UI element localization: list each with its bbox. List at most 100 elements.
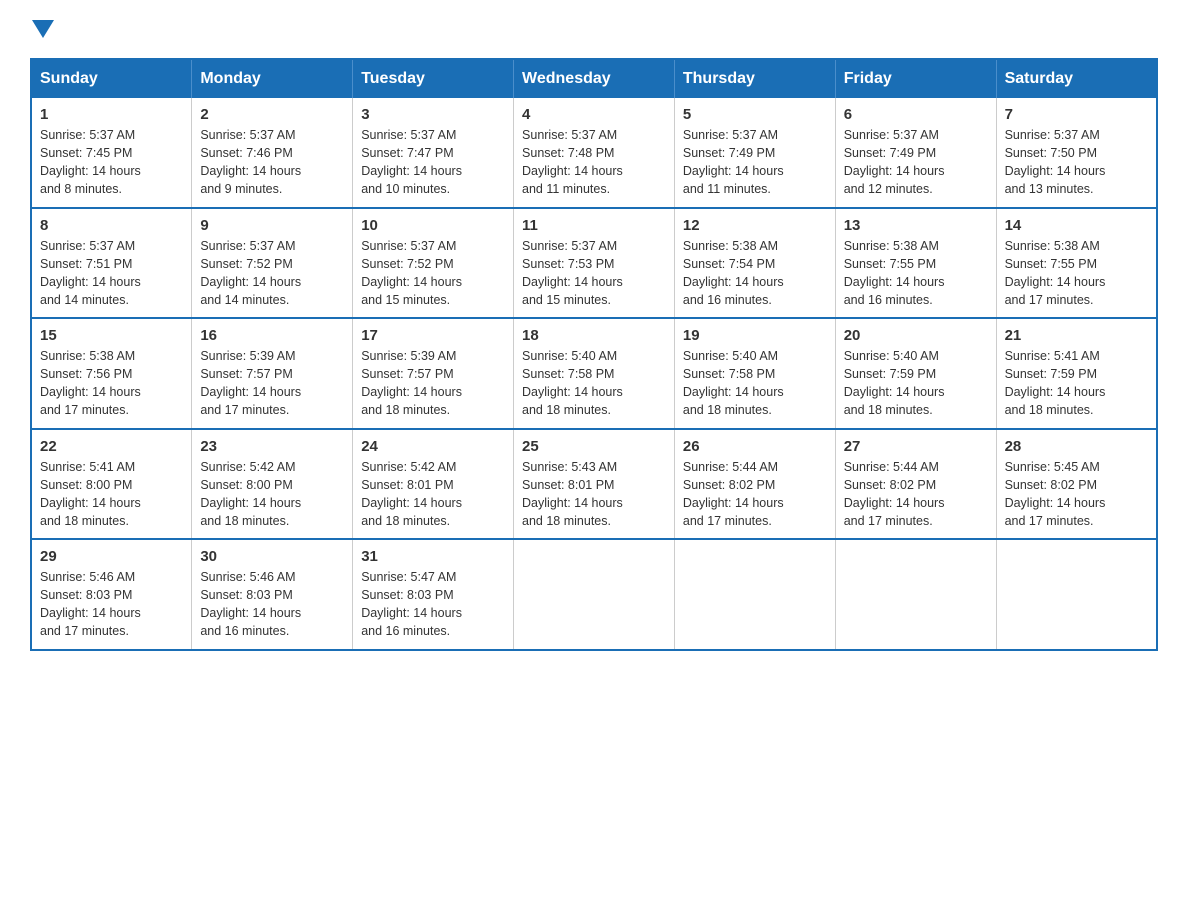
column-header-wednesday: Wednesday [514,59,675,98]
day-number: 27 [844,438,988,455]
day-number: 4 [522,106,666,123]
calendar-cell: 15 Sunrise: 5:38 AMSunset: 7:56 PMDaylig… [31,318,192,429]
calendar-cell: 27 Sunrise: 5:44 AMSunset: 8:02 PMDaylig… [835,429,996,540]
column-header-thursday: Thursday [674,59,835,98]
day-number: 3 [361,106,505,123]
day-number: 25 [522,438,666,455]
day-info: Sunrise: 5:40 AMSunset: 7:58 PMDaylight:… [522,349,623,417]
day-info: Sunrise: 5:43 AMSunset: 8:01 PMDaylight:… [522,460,623,528]
day-info: Sunrise: 5:38 AMSunset: 7:55 PMDaylight:… [1005,239,1106,307]
day-number: 26 [683,438,827,455]
day-number: 5 [683,106,827,123]
calendar-cell: 8 Sunrise: 5:37 AMSunset: 7:51 PMDayligh… [31,208,192,319]
day-number: 30 [200,548,344,565]
day-number: 1 [40,106,183,123]
day-number: 11 [522,217,666,234]
calendar-cell [514,539,675,650]
day-number: 29 [40,548,183,565]
calendar-cell: 23 Sunrise: 5:42 AMSunset: 8:00 PMDaylig… [192,429,353,540]
logo-triangle-icon [32,20,54,38]
day-number: 31 [361,548,505,565]
day-info: Sunrise: 5:37 AMSunset: 7:53 PMDaylight:… [522,239,623,307]
calendar-cell: 29 Sunrise: 5:46 AMSunset: 8:03 PMDaylig… [31,539,192,650]
day-info: Sunrise: 5:40 AMSunset: 7:59 PMDaylight:… [844,349,945,417]
day-number: 16 [200,327,344,344]
calendar-cell: 19 Sunrise: 5:40 AMSunset: 7:58 PMDaylig… [674,318,835,429]
calendar-cell: 31 Sunrise: 5:47 AMSunset: 8:03 PMDaylig… [353,539,514,650]
calendar-cell: 20 Sunrise: 5:40 AMSunset: 7:59 PMDaylig… [835,318,996,429]
day-number: 13 [844,217,988,234]
day-info: Sunrise: 5:38 AMSunset: 7:54 PMDaylight:… [683,239,784,307]
day-number: 9 [200,217,344,234]
calendar-cell: 4 Sunrise: 5:37 AMSunset: 7:48 PMDayligh… [514,98,675,208]
calendar-cell: 17 Sunrise: 5:39 AMSunset: 7:57 PMDaylig… [353,318,514,429]
day-info: Sunrise: 5:37 AMSunset: 7:47 PMDaylight:… [361,128,462,196]
day-info: Sunrise: 5:42 AMSunset: 8:01 PMDaylight:… [361,460,462,528]
calendar-cell [835,539,996,650]
day-number: 12 [683,217,827,234]
day-number: 2 [200,106,344,123]
day-info: Sunrise: 5:41 AMSunset: 8:00 PMDaylight:… [40,460,141,528]
day-number: 18 [522,327,666,344]
day-info: Sunrise: 5:37 AMSunset: 7:45 PMDaylight:… [40,128,141,196]
day-info: Sunrise: 5:47 AMSunset: 8:03 PMDaylight:… [361,570,462,638]
calendar-week-row: 15 Sunrise: 5:38 AMSunset: 7:56 PMDaylig… [31,318,1157,429]
calendar-week-row: 1 Sunrise: 5:37 AMSunset: 7:45 PMDayligh… [31,98,1157,208]
calendar-cell: 18 Sunrise: 5:40 AMSunset: 7:58 PMDaylig… [514,318,675,429]
calendar-cell: 26 Sunrise: 5:44 AMSunset: 8:02 PMDaylig… [674,429,835,540]
day-number: 7 [1005,106,1148,123]
calendar-cell: 30 Sunrise: 5:46 AMSunset: 8:03 PMDaylig… [192,539,353,650]
calendar-cell: 28 Sunrise: 5:45 AMSunset: 8:02 PMDaylig… [996,429,1157,540]
calendar-week-row: 22 Sunrise: 5:41 AMSunset: 8:00 PMDaylig… [31,429,1157,540]
day-number: 21 [1005,327,1148,344]
day-info: Sunrise: 5:37 AMSunset: 7:49 PMDaylight:… [844,128,945,196]
calendar-cell: 14 Sunrise: 5:38 AMSunset: 7:55 PMDaylig… [996,208,1157,319]
day-info: Sunrise: 5:38 AMSunset: 7:56 PMDaylight:… [40,349,141,417]
calendar-cell: 9 Sunrise: 5:37 AMSunset: 7:52 PMDayligh… [192,208,353,319]
day-info: Sunrise: 5:38 AMSunset: 7:55 PMDaylight:… [844,239,945,307]
calendar-week-row: 29 Sunrise: 5:46 AMSunset: 8:03 PMDaylig… [31,539,1157,650]
column-header-sunday: Sunday [31,59,192,98]
calendar-week-row: 8 Sunrise: 5:37 AMSunset: 7:51 PMDayligh… [31,208,1157,319]
calendar-cell: 21 Sunrise: 5:41 AMSunset: 7:59 PMDaylig… [996,318,1157,429]
calendar-cell: 7 Sunrise: 5:37 AMSunset: 7:50 PMDayligh… [996,98,1157,208]
calendar-cell: 12 Sunrise: 5:38 AMSunset: 7:54 PMDaylig… [674,208,835,319]
day-info: Sunrise: 5:37 AMSunset: 7:50 PMDaylight:… [1005,128,1106,196]
column-header-monday: Monday [192,59,353,98]
day-info: Sunrise: 5:37 AMSunset: 7:52 PMDaylight:… [200,239,301,307]
calendar-cell: 5 Sunrise: 5:37 AMSunset: 7:49 PMDayligh… [674,98,835,208]
day-number: 15 [40,327,183,344]
calendar-cell: 6 Sunrise: 5:37 AMSunset: 7:49 PMDayligh… [835,98,996,208]
day-number: 28 [1005,438,1148,455]
day-number: 10 [361,217,505,234]
day-info: Sunrise: 5:46 AMSunset: 8:03 PMDaylight:… [200,570,301,638]
day-number: 20 [844,327,988,344]
calendar-cell: 25 Sunrise: 5:43 AMSunset: 8:01 PMDaylig… [514,429,675,540]
calendar-cell: 1 Sunrise: 5:37 AMSunset: 7:45 PMDayligh… [31,98,192,208]
calendar-table: SundayMondayTuesdayWednesdayThursdayFrid… [30,58,1158,651]
day-number: 6 [844,106,988,123]
day-info: Sunrise: 5:39 AMSunset: 7:57 PMDaylight:… [200,349,301,417]
day-number: 17 [361,327,505,344]
day-number: 24 [361,438,505,455]
day-info: Sunrise: 5:45 AMSunset: 8:02 PMDaylight:… [1005,460,1106,528]
day-info: Sunrise: 5:40 AMSunset: 7:58 PMDaylight:… [683,349,784,417]
day-number: 19 [683,327,827,344]
day-info: Sunrise: 5:46 AMSunset: 8:03 PMDaylight:… [40,570,141,638]
day-info: Sunrise: 5:39 AMSunset: 7:57 PMDaylight:… [361,349,462,417]
day-info: Sunrise: 5:37 AMSunset: 7:46 PMDaylight:… [200,128,301,196]
calendar-cell: 2 Sunrise: 5:37 AMSunset: 7:46 PMDayligh… [192,98,353,208]
calendar-cell: 11 Sunrise: 5:37 AMSunset: 7:53 PMDaylig… [514,208,675,319]
day-number: 14 [1005,217,1148,234]
day-info: Sunrise: 5:37 AMSunset: 7:48 PMDaylight:… [522,128,623,196]
calendar-cell [996,539,1157,650]
calendar-cell: 10 Sunrise: 5:37 AMSunset: 7:52 PMDaylig… [353,208,514,319]
day-number: 22 [40,438,183,455]
day-info: Sunrise: 5:37 AMSunset: 7:52 PMDaylight:… [361,239,462,307]
page-header [30,20,1158,40]
column-header-saturday: Saturday [996,59,1157,98]
day-info: Sunrise: 5:37 AMSunset: 7:49 PMDaylight:… [683,128,784,196]
logo [30,20,54,40]
calendar-cell: 24 Sunrise: 5:42 AMSunset: 8:01 PMDaylig… [353,429,514,540]
day-info: Sunrise: 5:37 AMSunset: 7:51 PMDaylight:… [40,239,141,307]
